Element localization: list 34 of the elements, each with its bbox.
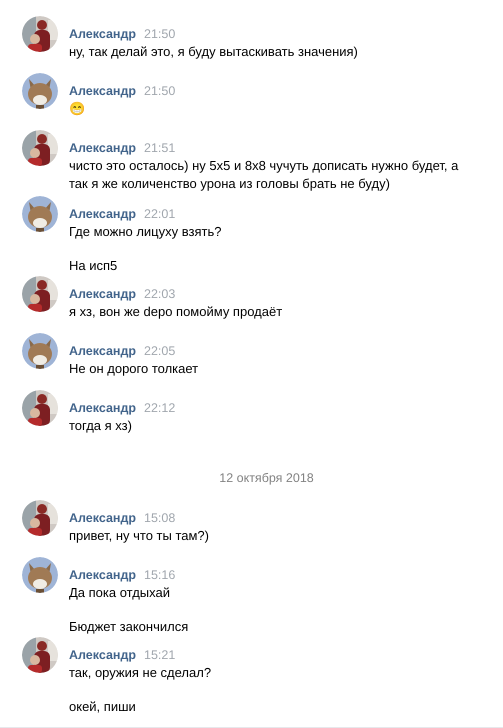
message-time: 22:03 [144, 286, 176, 304]
author-name[interactable]: Александр [69, 26, 136, 43]
message-text: тогда я хз) [69, 417, 133, 436]
message-text: Бюджет закончился [69, 618, 188, 636]
message-text: привет, ну что ты там?) [69, 526, 209, 545]
author-name[interactable]: Александр [69, 206, 136, 224]
message-text: чисто это осталось) ну 5х5 и 8х8 чучуть дописать нужно будет, а так я же количенство урона из головы брать не буду) [69, 157, 460, 193]
message-text: Не он дорого толкает [69, 360, 198, 378]
message-time: 22:01 [144, 206, 176, 224]
author-name[interactable]: Александр [69, 343, 136, 360]
message-time: 22:05 [144, 343, 176, 360]
message-text: окей, пиши [69, 698, 137, 716]
author-name[interactable]: Александр [69, 510, 136, 527]
author-name[interactable]: Александр [69, 140, 136, 157]
message-time: 21:50 [144, 83, 176, 100]
message-time: 15:16 [144, 566, 176, 584]
message-text: я хз, вон же depo помойму продаёт [69, 303, 282, 322]
message-time: 15:21 [144, 646, 176, 664]
message-text: Где можно лицуху взять? [69, 223, 222, 242]
message-time: 15:08 [144, 510, 176, 527]
message-text: ну, так делай это, я буду вытаскивать значения) [69, 43, 358, 61]
date-separator: 12 октября 2018 [218, 470, 314, 488]
message-time: 21:50 [144, 26, 176, 43]
message-text: Да пока отдыхай [69, 584, 171, 602]
message-text: 😁 [69, 100, 86, 118]
message-text: так, оружия не сделал? [69, 664, 212, 682]
author-name[interactable]: Александр [69, 83, 136, 100]
author-name[interactable]: Александр [69, 646, 136, 664]
author-name[interactable]: Александр [69, 400, 136, 418]
author-name[interactable]: Александр [69, 566, 136, 584]
message-text: На исп5 [69, 257, 118, 276]
author-name[interactable]: Александр [69, 286, 136, 304]
message-time: 22:12 [144, 400, 176, 418]
message-time: 21:51 [144, 140, 176, 157]
